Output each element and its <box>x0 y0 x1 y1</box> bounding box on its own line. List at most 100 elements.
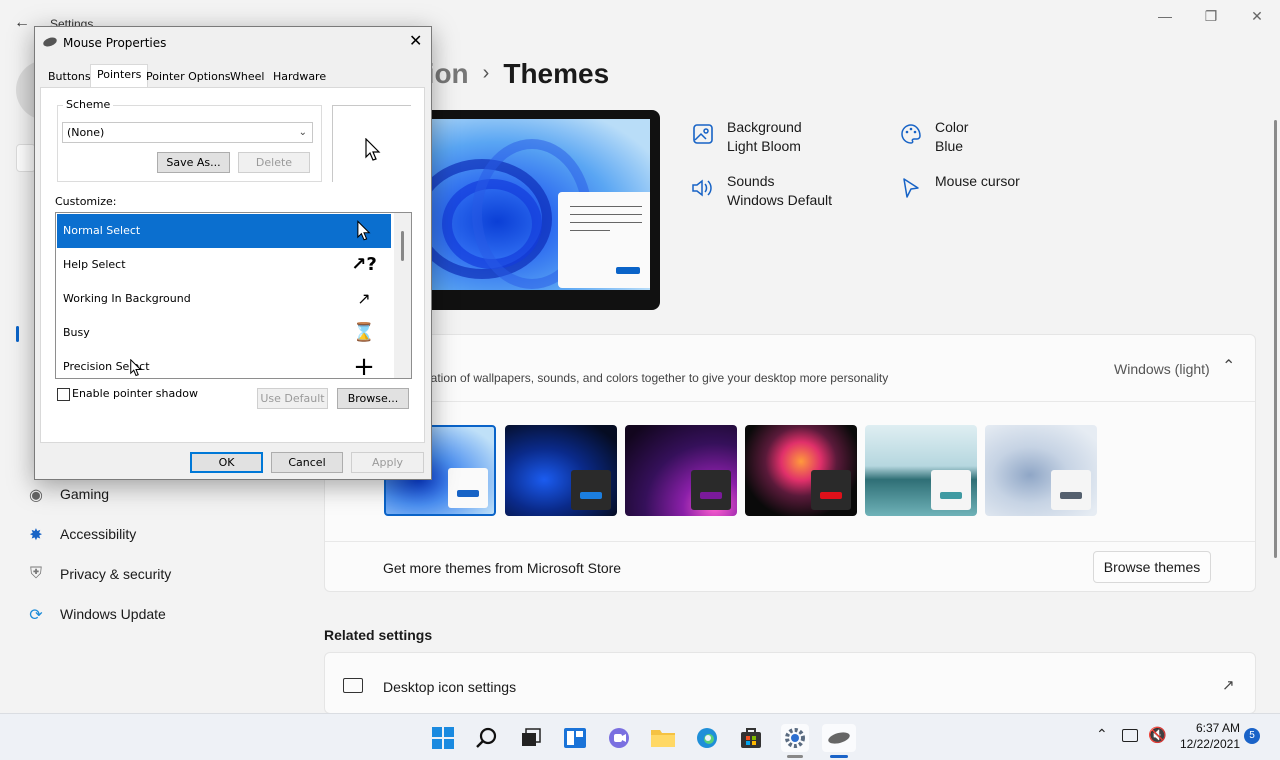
store-text: Get more themes from Microsoft Store <box>383 560 622 576</box>
delete-button[interactable]: Delete <box>238 152 310 173</box>
busy-cursor-icon: ⌛ <box>352 322 376 343</box>
pointers-panel: Scheme (None) ⌄ Save As... Delete Custom… <box>40 87 425 443</box>
list-item[interactable]: Normal Select <box>57 214 391 248</box>
tab-wheel[interactable]: Wheel <box>224 67 270 88</box>
list-item-label: Normal Select <box>63 224 141 237</box>
help-select-cursor-icon: ↗? <box>351 254 377 275</box>
external-link-icon[interactable]: ↗ <box>1222 676 1235 694</box>
use-default-button[interactable]: Use Default <box>257 388 328 409</box>
theme-preview <box>420 110 660 310</box>
file-explorer-icon[interactable] <box>649 724 677 752</box>
list-scrollbar-thumb[interactable] <box>401 231 404 261</box>
edge-icon[interactable] <box>693 724 721 752</box>
list-item[interactable]: Precision Select + <box>57 350 391 379</box>
active-indicator <box>830 755 848 758</box>
chevron-up-icon[interactable]: ⌃ <box>1096 726 1108 743</box>
list-scrollbar[interactable] <box>394 213 411 378</box>
chevron-right-icon: › <box>482 62 490 84</box>
theme-thumbnail[interactable] <box>745 425 857 516</box>
desktop-icon-settings-label: Desktop icon settings <box>383 679 517 695</box>
volume-mute-icon[interactable]: 🔇 <box>1148 726 1167 744</box>
clock[interactable]: 6:37 AM 12/22/2021 <box>1170 720 1240 752</box>
mouse-properties-taskbar-icon[interactable] <box>822 724 856 752</box>
cursor-icon <box>898 176 924 202</box>
mouse-pointer-icon <box>130 359 142 377</box>
browse-button[interactable]: Browse... <box>337 388 409 409</box>
nav-item-privacy[interactable]: Privacy & security <box>60 566 171 582</box>
search-icon[interactable] <box>473 724 501 752</box>
related-settings-heading: Related settings <box>324 627 433 643</box>
start-icon[interactable] <box>429 724 457 752</box>
tab-pointer-options[interactable]: Pointer Options <box>140 67 237 88</box>
arrow-cursor-icon <box>365 138 381 161</box>
settings-gear-icon[interactable] <box>781 724 809 752</box>
running-indicator <box>787 755 803 758</box>
browse-themes-button[interactable]: Browse themes <box>1093 551 1211 583</box>
accessibility-icon: ✸ <box>29 527 43 544</box>
property-label: Color <box>935 119 969 135</box>
list-item[interactable]: Help Select ↗? <box>57 248 391 282</box>
palette-icon <box>898 122 924 148</box>
theme-thumbnail[interactable] <box>625 425 737 516</box>
property-value: Blue <box>935 138 964 154</box>
store-icon[interactable] <box>737 724 765 752</box>
property-label: Sounds <box>727 173 775 189</box>
tab-hardware[interactable]: Hardware <box>267 67 332 88</box>
cursor-list[interactable]: Normal Select Help Select ↗? Working In … <box>55 212 412 379</box>
cancel-button[interactable]: Cancel <box>271 452 343 473</box>
dialog-title: Mouse Properties <box>63 36 167 50</box>
minimize-icon[interactable]: — <box>1150 8 1180 24</box>
theme-thumbnail[interactable] <box>865 425 977 516</box>
nav-selection-indicator <box>16 326 19 342</box>
close-icon[interactable]: ✕ <box>1242 8 1272 25</box>
current-theme-name: Windows (light) <box>1114 361 1210 377</box>
apply-button[interactable]: Apply <box>351 452 424 473</box>
scheme-select[interactable]: (None) ⌄ <box>62 122 313 143</box>
list-item[interactable]: Working In Background ↗⌛ <box>57 282 391 342</box>
scrollbar-thumb[interactable] <box>1274 120 1277 558</box>
dialog-close-icon[interactable]: ✕ <box>409 31 422 50</box>
clock-date: 12/22/2021 <box>1179 737 1240 751</box>
image-icon <box>690 122 716 148</box>
mouse-properties-dialog: Mouse Properties ✕ Buttons Pointers Poin… <box>34 26 432 480</box>
search-input[interactable] <box>16 144 36 172</box>
theme-thumbnail[interactable] <box>985 425 1097 516</box>
enable-shadow-label: Enable pointer shadow <box>72 387 198 400</box>
speaker-icon <box>690 176 716 202</box>
save-as-button[interactable]: Save As... <box>157 152 230 173</box>
theme-description: nation of wallpapers, sounds, and colors… <box>424 371 889 385</box>
back-arrow-icon[interactable]: ← <box>14 14 30 32</box>
cursor-preview <box>332 105 411 182</box>
property-value: Windows Default <box>727 192 833 208</box>
list-item[interactable]: Busy ⌛ <box>57 316 391 350</box>
nav-item-gaming[interactable]: Gaming <box>60 486 109 502</box>
notification-badge[interactable]: 5 <box>1244 728 1260 744</box>
page-title: Themes <box>503 58 610 89</box>
normal-select-cursor-icon <box>349 214 379 248</box>
chevron-up-icon[interactable]: ⌃ <box>1222 356 1235 376</box>
tab-buttons[interactable]: Buttons <box>42 67 97 88</box>
scheme-label: Scheme <box>63 98 114 111</box>
precision-select-cursor-icon: + <box>353 352 375 379</box>
taskbar: ⌃ 🔇 6:37 AM 12/22/2021 5 <box>0 713 1280 760</box>
mouse-icon <box>42 35 58 49</box>
shadow-checkbox[interactable] <box>57 388 70 401</box>
widgets-icon[interactable] <box>561 724 589 752</box>
window-preview <box>558 192 650 288</box>
working-background-cursor-icon: ↗⌛ <box>354 289 374 342</box>
shield-icon: ⛨ <box>29 565 42 582</box>
theme-thumbnail[interactable] <box>505 425 617 516</box>
teams-chat-icon[interactable] <box>605 724 633 752</box>
maximize-icon[interactable]: ❐ <box>1196 8 1226 25</box>
chevron-down-icon: ⌄ <box>298 127 307 138</box>
property-label: Mouse cursor <box>935 173 1020 189</box>
task-view-icon[interactable] <box>517 724 545 752</box>
nav-item-accessibility[interactable]: Accessibility <box>60 526 136 542</box>
ok-button[interactable]: OK <box>190 452 263 473</box>
scheme-value: (None) <box>67 126 105 139</box>
network-icon[interactable] <box>1122 729 1138 742</box>
property-label: Background <box>727 119 802 135</box>
list-item-label: Working In Background <box>63 292 191 305</box>
customize-label: Customize: <box>55 195 117 208</box>
nav-item-windows-update[interactable]: Windows Update <box>60 606 166 622</box>
